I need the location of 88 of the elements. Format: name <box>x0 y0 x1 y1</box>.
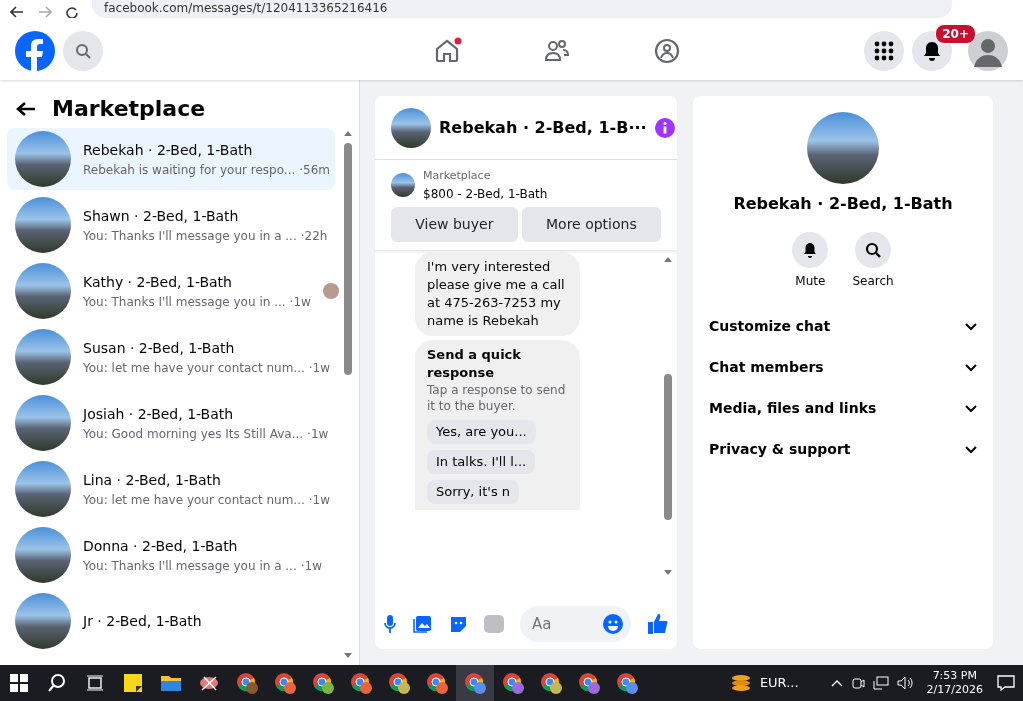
photo-placeholder <box>15 527 71 583</box>
clock-date[interactable]: 2/17/2026 <box>926 683 983 697</box>
contact-name: Rebekah · 2-Bed, 1-Bath <box>732 193 954 215</box>
search-label: Search <box>852 273 894 290</box>
speaker-icon[interactable] <box>896 676 913 690</box>
conversation-item[interactable]: Donna · 2-Bed, 1-Bath You: Thanks I'll message you in a ... ·1w <box>7 524 335 586</box>
message-preview: You: Thanks I'll message you in a ... <box>83 557 297 575</box>
quick-response-hint: Tap a response to send it to the buyer. <box>427 381 567 414</box>
photo-placeholder <box>15 593 71 649</box>
mute-button[interactable] <box>792 232 829 268</box>
chevron-up-icon[interactable] <box>830 679 843 687</box>
conversation-item[interactable]: Jr · 2-Bed, 1-Bath <box>7 590 335 652</box>
conversation-item[interactable]: Rebekah · 2-Bed, 1-Bath Rebekah is waiting for your respo... ·56m <box>7 128 335 190</box>
browser-profile-icon[interactable] <box>456 665 494 701</box>
contact-name: Lina · 2-Bed, 1-Bath <box>83 470 222 490</box>
contact-name: Rebekah · 2-Bed, 1-Bath <box>83 140 254 160</box>
facebook-logo[interactable] <box>15 31 55 71</box>
clock-time[interactable]: 7:53 PM <box>926 669 983 683</box>
contact-name: Jr · 2-Bed, 1-Bath <box>83 611 203 631</box>
message-time: ·1w <box>307 425 329 443</box>
action-button[interactable]: View buyer <box>391 206 518 242</box>
widget-text[interactable]: EUR... <box>759 673 799 693</box>
camera-icon[interactable] <box>850 676 865 690</box>
quick-reply-button[interactable]: Sorry, it's n <box>427 479 520 504</box>
address-bar[interactable]: facebook.com/messages/t/1204113365216416 <box>92 0 952 18</box>
message-bubble: I'm very interested please give me a call at 475-263-7253 my name is Rebekah <box>415 251 580 336</box>
quick-reply-button[interactable]: Yes, are you... <box>427 419 536 444</box>
search-icon <box>75 43 91 59</box>
message-time: ·1w <box>308 491 331 509</box>
quick-response-title: Send a quick response <box>427 345 522 382</box>
message-time: ·1w <box>300 557 322 575</box>
conversation-item[interactable]: Kathy · 2-Bed, 1-Bath You: Thanks I'll message you in ... ·1w <box>7 260 335 322</box>
contact-name: Shawn · 2-Bed, 1-Bath <box>83 206 240 226</box>
quick-reply-button[interactable]: In talks. I'll l... <box>427 449 536 474</box>
menu-button[interactable] <box>864 31 904 71</box>
sidebar-title: Marketplace <box>52 95 206 123</box>
listing-title[interactable]: $800 - 2-Bed, 1-Bath <box>423 184 548 203</box>
message-preview: You: Thanks I'll message you in a ... <box>83 227 297 245</box>
sticker-icon[interactable] <box>449 614 468 634</box>
grid-icon <box>874 41 894 61</box>
action-button[interactable]: More options <box>521 206 661 242</box>
photo-placeholder <box>15 131 71 187</box>
emoji-icon[interactable] <box>603 614 623 634</box>
section-header[interactable]: Privacy & support <box>709 429 977 470</box>
message-time: ·1w <box>289 293 311 311</box>
conversation-item[interactable]: Susan · 2-Bed, 1-Bath You: let me have your contact num... ·1w <box>7 326 335 388</box>
message-preview: You: Good morning yes Its Still Ava... <box>83 425 304 443</box>
back-arrow-icon[interactable] <box>16 101 36 117</box>
info-icon[interactable] <box>654 117 675 138</box>
search-button[interactable] <box>855 232 891 268</box>
contact-name: Donna · 2-Bed, 1-Bath <box>83 536 239 556</box>
message-field[interactable]: Aa <box>520 606 631 642</box>
section-header[interactable]: Media, files and links <box>709 388 977 429</box>
message-preview: Rebekah is waiting for your respo... <box>83 161 296 179</box>
bell-icon <box>923 41 941 61</box>
message-preview: You: let me have your contact num... <box>83 491 305 509</box>
contact-name: Josiah · 2-Bed, 1-Bath <box>83 404 235 424</box>
notification-center-icon[interactable] <box>997 675 1015 691</box>
conversation-item[interactable]: Lina · 2-Bed, 1-Bath You: let me have your contact num... ·1w <box>7 458 335 520</box>
message-preview: You: Thanks I'll message you in ... <box>83 293 286 311</box>
contact-name: Susan · 2-Bed, 1-Bath <box>83 338 236 358</box>
network-icon[interactable] <box>872 676 889 690</box>
conversation-item[interactable]: Josiah · 2-Bed, 1-Bath You: Good morning yes Its Still Ava... ·1w <box>7 392 335 454</box>
section-header[interactable]: Customize chat <box>709 306 977 347</box>
message-preview: You: let me have your contact num... <box>83 359 305 377</box>
photo-placeholder <box>15 329 71 385</box>
section-header[interactable]: Chat members <box>709 347 977 388</box>
message-time: ·22h <box>300 227 328 245</box>
mute-label: Mute <box>795 273 826 290</box>
notification-count: 20+ <box>935 24 976 44</box>
search-icon <box>864 241 882 259</box>
chat-title[interactable]: Rebekah · 2-Bed, 1-B··· <box>439 115 647 140</box>
photo-placeholder <box>15 263 71 319</box>
contact-name: Kathy · 2-Bed, 1-Bath <box>83 272 233 292</box>
photo-placeholder <box>15 395 71 451</box>
account-avatar[interactable] <box>968 31 1008 71</box>
message-time: ·1w <box>308 359 331 377</box>
photo-placeholder <box>391 107 431 148</box>
photo-placeholder <box>15 197 71 253</box>
message-time: ·56m <box>299 161 331 179</box>
coins-icon[interactable] <box>729 673 752 693</box>
conversation-item[interactable]: Shawn · 2-Bed, 1-Bath You: Thanks I'll message you in a ... ·22h <box>7 194 335 256</box>
photo-placeholder <box>391 173 415 198</box>
microphone-icon[interactable] <box>383 614 397 634</box>
image-icon[interactable] <box>413 614 433 634</box>
thumbs-up-icon[interactable] <box>647 613 669 635</box>
listing-label: Marketplace <box>423 168 492 184</box>
photo-placeholder <box>15 461 71 517</box>
